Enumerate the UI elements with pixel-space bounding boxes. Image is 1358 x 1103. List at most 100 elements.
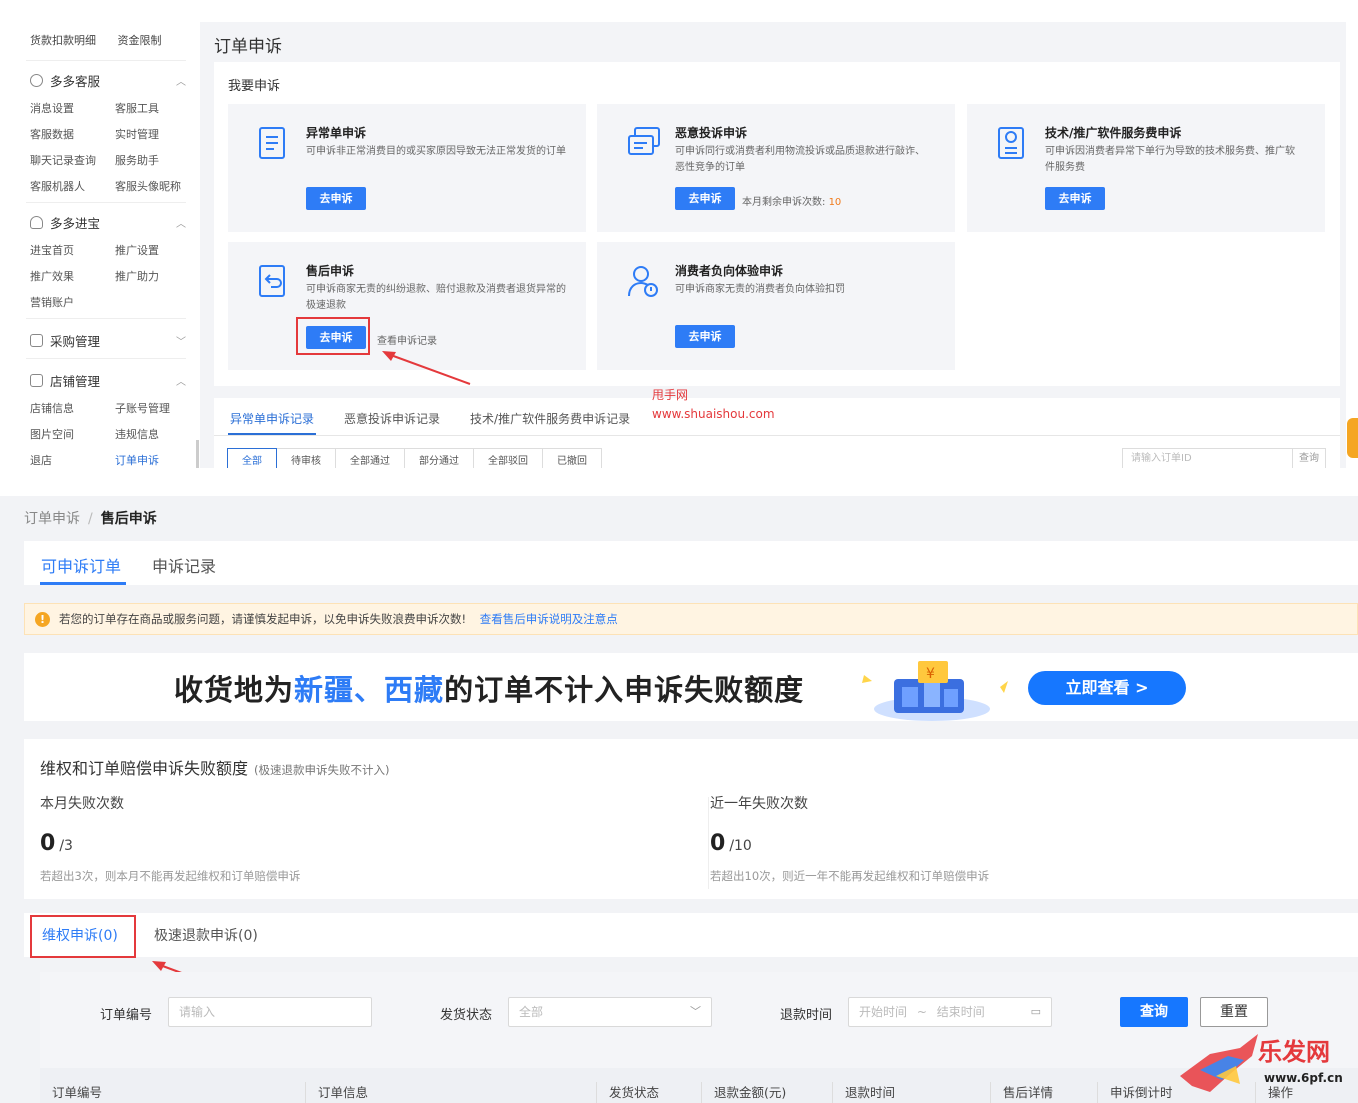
treasure-icon [30, 215, 43, 229]
search-button[interactable]: 查询 [1292, 449, 1319, 468]
sidebar-item[interactable]: 消息设置 [30, 100, 115, 116]
sidebar-item[interactable]: 子账号管理 [115, 400, 190, 416]
sidebar-item[interactable]: 聊天记录查询 [30, 152, 115, 168]
query-button[interactable]: 查询 [1120, 997, 1188, 1027]
sidebar-group-title: 多多客服 [50, 73, 101, 89]
appeal-button[interactable]: 去申诉 [306, 187, 366, 210]
yearly-failures: 近一年失败次数 0/10 若超出10次，则近一年不能再发起维权和订单赔偿申诉 [710, 793, 1310, 884]
sidebar-item[interactable]: 进宝首页 [30, 242, 115, 258]
sidebar-item[interactable]: 违规信息 [115, 426, 190, 442]
sidebar-item[interactable]: 客服工具 [115, 100, 190, 116]
card-title: 技术/推广软件服务费申诉 [1045, 126, 1182, 140]
procurement-icon [30, 333, 43, 347]
warning-notice: ! 若您的订单存在商品或服务问题，请谨慎发起申诉，以免申诉失败浪费申诉次数! 查… [24, 603, 1358, 635]
warning-icon: ! [35, 612, 50, 627]
banner-text-part: 收货地为 [174, 673, 295, 707]
appeal-button[interactable]: 去申诉 [675, 187, 735, 210]
tab-tech-fee-records[interactable]: 技术/推广软件服务费申诉记录 [470, 410, 630, 427]
sidebar-item[interactable]: 资金限制 [118, 34, 162, 47]
tab-quick-refund-appeal[interactable]: 极速退款申诉(0) [154, 925, 258, 945]
filter-all-passed[interactable]: 全部通过 [335, 448, 405, 468]
sidebar-item[interactable]: 店铺信息 [30, 400, 115, 416]
order-no-input[interactable]: 请输入 [168, 997, 372, 1027]
tab-malicious-records[interactable]: 恶意投诉申诉记录 [344, 410, 440, 427]
notice-link[interactable]: 查看售后申诉说明及注意点 [480, 612, 618, 626]
range-separator: ~ [916, 1005, 927, 1019]
banner-highlight: 新疆 [294, 673, 355, 707]
monthly-failures-count: 0 [40, 831, 56, 856]
appeal-type-tabs: 维权申诉(0) 极速退款申诉(0) [24, 913, 1358, 957]
sidebar-group-header[interactable]: 多多进宝 ︿ [30, 212, 186, 232]
ship-status-select[interactable]: 全部 ﹀ [508, 997, 712, 1027]
order-id-search-input[interactable]: 请输入订单ID 查询 [1122, 448, 1326, 468]
filter-all-rejected[interactable]: 全部驳回 [473, 448, 543, 468]
watermark: 甩手网 www.shuaishou.com [652, 386, 775, 424]
card-title: 售后申诉 [306, 264, 355, 278]
float-widget-icon[interactable] [1347, 418, 1358, 458]
sidebar-group-header[interactable]: 店铺管理 ︿ [30, 370, 186, 390]
divider [214, 435, 1340, 436]
document-icon [259, 127, 285, 159]
notice-text: 若您的订单存在商品或服务问题，请谨慎发起申诉，以免申诉失败浪费申诉次数! [59, 612, 467, 626]
sidebar-item[interactable]: 客服机器人 [30, 178, 115, 194]
filter-partial-passed[interactable]: 部分通过 [404, 448, 474, 468]
sidebar-group-header[interactable]: 多多客服 ︿ [30, 70, 186, 90]
sidebar-group-customer-service: 多多客服 ︿ 消息设置 客服工具 客服数据 实时管理 聊天记录查询 服务助手 客… [30, 70, 186, 194]
record-tabs-panel: 异常单申诉记录 恶意投诉申诉记录 技术/推广软件服务费申诉记录 全部 待审核 全… [214, 398, 1340, 468]
view-now-button[interactable]: 立即查看 > [1028, 671, 1186, 705]
sidebar-item[interactable]: 营销账户 [30, 294, 115, 310]
side-float-strip [1346, 22, 1358, 468]
scrollbar[interactable] [196, 440, 199, 468]
calendar-icon: ▭ [1030, 1005, 1041, 1018]
card-tech-service-fee: 技术/推广软件服务费申诉 可申诉因消费者异常下单行为导致的技术服务费、推广软件服… [967, 104, 1325, 232]
tab-appealable-orders[interactable]: 可申诉订单 [41, 553, 121, 577]
sidebar-group-promotion: 多多进宝 ︿ 进宝首页 推广设置 推广效果 推广助力 营销账户 [30, 212, 186, 310]
chevron-up-icon[interactable]: ︿ [176, 73, 186, 88]
card-description: 可申诉商家无责的纠纷退款、赔付退款及消费者退货异常的极速退款 [306, 284, 566, 311]
sidebar-item[interactable]: 推广助力 [115, 268, 190, 284]
sidebar-item[interactable]: 推广效果 [30, 268, 115, 284]
sidebar-item[interactable]: 客服头像昵称 [115, 178, 190, 194]
order-no-label: 订单编号 [100, 1008, 153, 1023]
remaining-count-value: 10 [828, 197, 842, 208]
filter-all[interactable]: 全部 [227, 448, 277, 468]
sidebar-top-links: 货款扣款明细 资金限制 [30, 32, 180, 48]
sidebar-group-header[interactable]: 采购管理 ﹀ [30, 330, 186, 350]
tab-abnormal-records[interactable]: 异常单申诉记录 [230, 410, 314, 427]
appeal-button[interactable]: 去申诉 [675, 325, 735, 348]
svg-text:¥: ¥ [926, 666, 935, 682]
sidebar-item[interactable]: 退店 [30, 452, 115, 468]
tab-appeal-records[interactable]: 申诉记录 [152, 553, 216, 577]
refund-time-range[interactable]: 开始时间 ~ 结束时间 ▭ [848, 997, 1052, 1027]
sidebar-item[interactable]: 实时管理 [115, 126, 190, 142]
chevron-down-icon[interactable]: ﹀ [176, 333, 186, 348]
filter-pending[interactable]: 待审核 [276, 448, 336, 468]
return-icon [259, 265, 285, 297]
card-description: 可申诉因消费者异常下单行为导致的技术服务费、推广软件服务费 [1045, 146, 1295, 173]
chevron-up-icon[interactable]: ︿ [176, 373, 186, 388]
sidebar-group-title: 采购管理 [50, 333, 101, 349]
sidebar-item-active[interactable]: 订单申诉 [115, 452, 190, 468]
status-filter: 全部 待审核 全部通过 部分通过 全部驳回 已撤回 [227, 448, 602, 468]
card-malicious-complaint: 恶意投诉申诉 可申诉同行或消费者利用物流投诉或品质退款进行敲诈、恶性竞争的订单 … [597, 104, 955, 232]
filter-withdrawn[interactable]: 已撤回 [542, 448, 602, 468]
appeal-button[interactable]: 去申诉 [1045, 187, 1105, 210]
sidebar-item[interactable]: 货款扣款明细 [30, 34, 96, 47]
reset-button[interactable]: 重置 [1200, 997, 1268, 1027]
sidebar-item[interactable]: 客服数据 [30, 126, 115, 142]
sidebar-item[interactable]: 服务助手 [115, 152, 190, 168]
divider [26, 358, 186, 359]
monthly-failures: 本月失败次数 0/3 若超出3次，则本月不能再发起维权和订单赔偿申诉 [40, 793, 640, 884]
card-title: 恶意投诉申诉 [675, 126, 748, 140]
sidebar-item[interactable]: 图片空间 [30, 426, 115, 442]
monthly-failures-label: 本月失败次数 [40, 796, 124, 812]
tab-underline [40, 582, 126, 585]
chevron-up-icon[interactable]: ︿ [176, 215, 186, 230]
view-records-link[interactable]: 查看申诉记录 [377, 332, 437, 347]
sidebar-group-title: 多多进宝 [50, 215, 101, 231]
sidebar-item[interactable]: 推广设置 [115, 242, 190, 258]
sidebar: 货款扣款明细 资金限制 多多客服 ︿ 消息设置 客服工具 客服数据 实时管理 聊… [0, 22, 196, 468]
user-alert-icon [628, 266, 658, 297]
sidebar-group-store: 店铺管理 ︿ 店铺信息 子账号管理 图片空间 违规信息 退店 订单申诉 [30, 370, 186, 468]
breadcrumb-link[interactable]: 订单申诉 [24, 511, 80, 527]
